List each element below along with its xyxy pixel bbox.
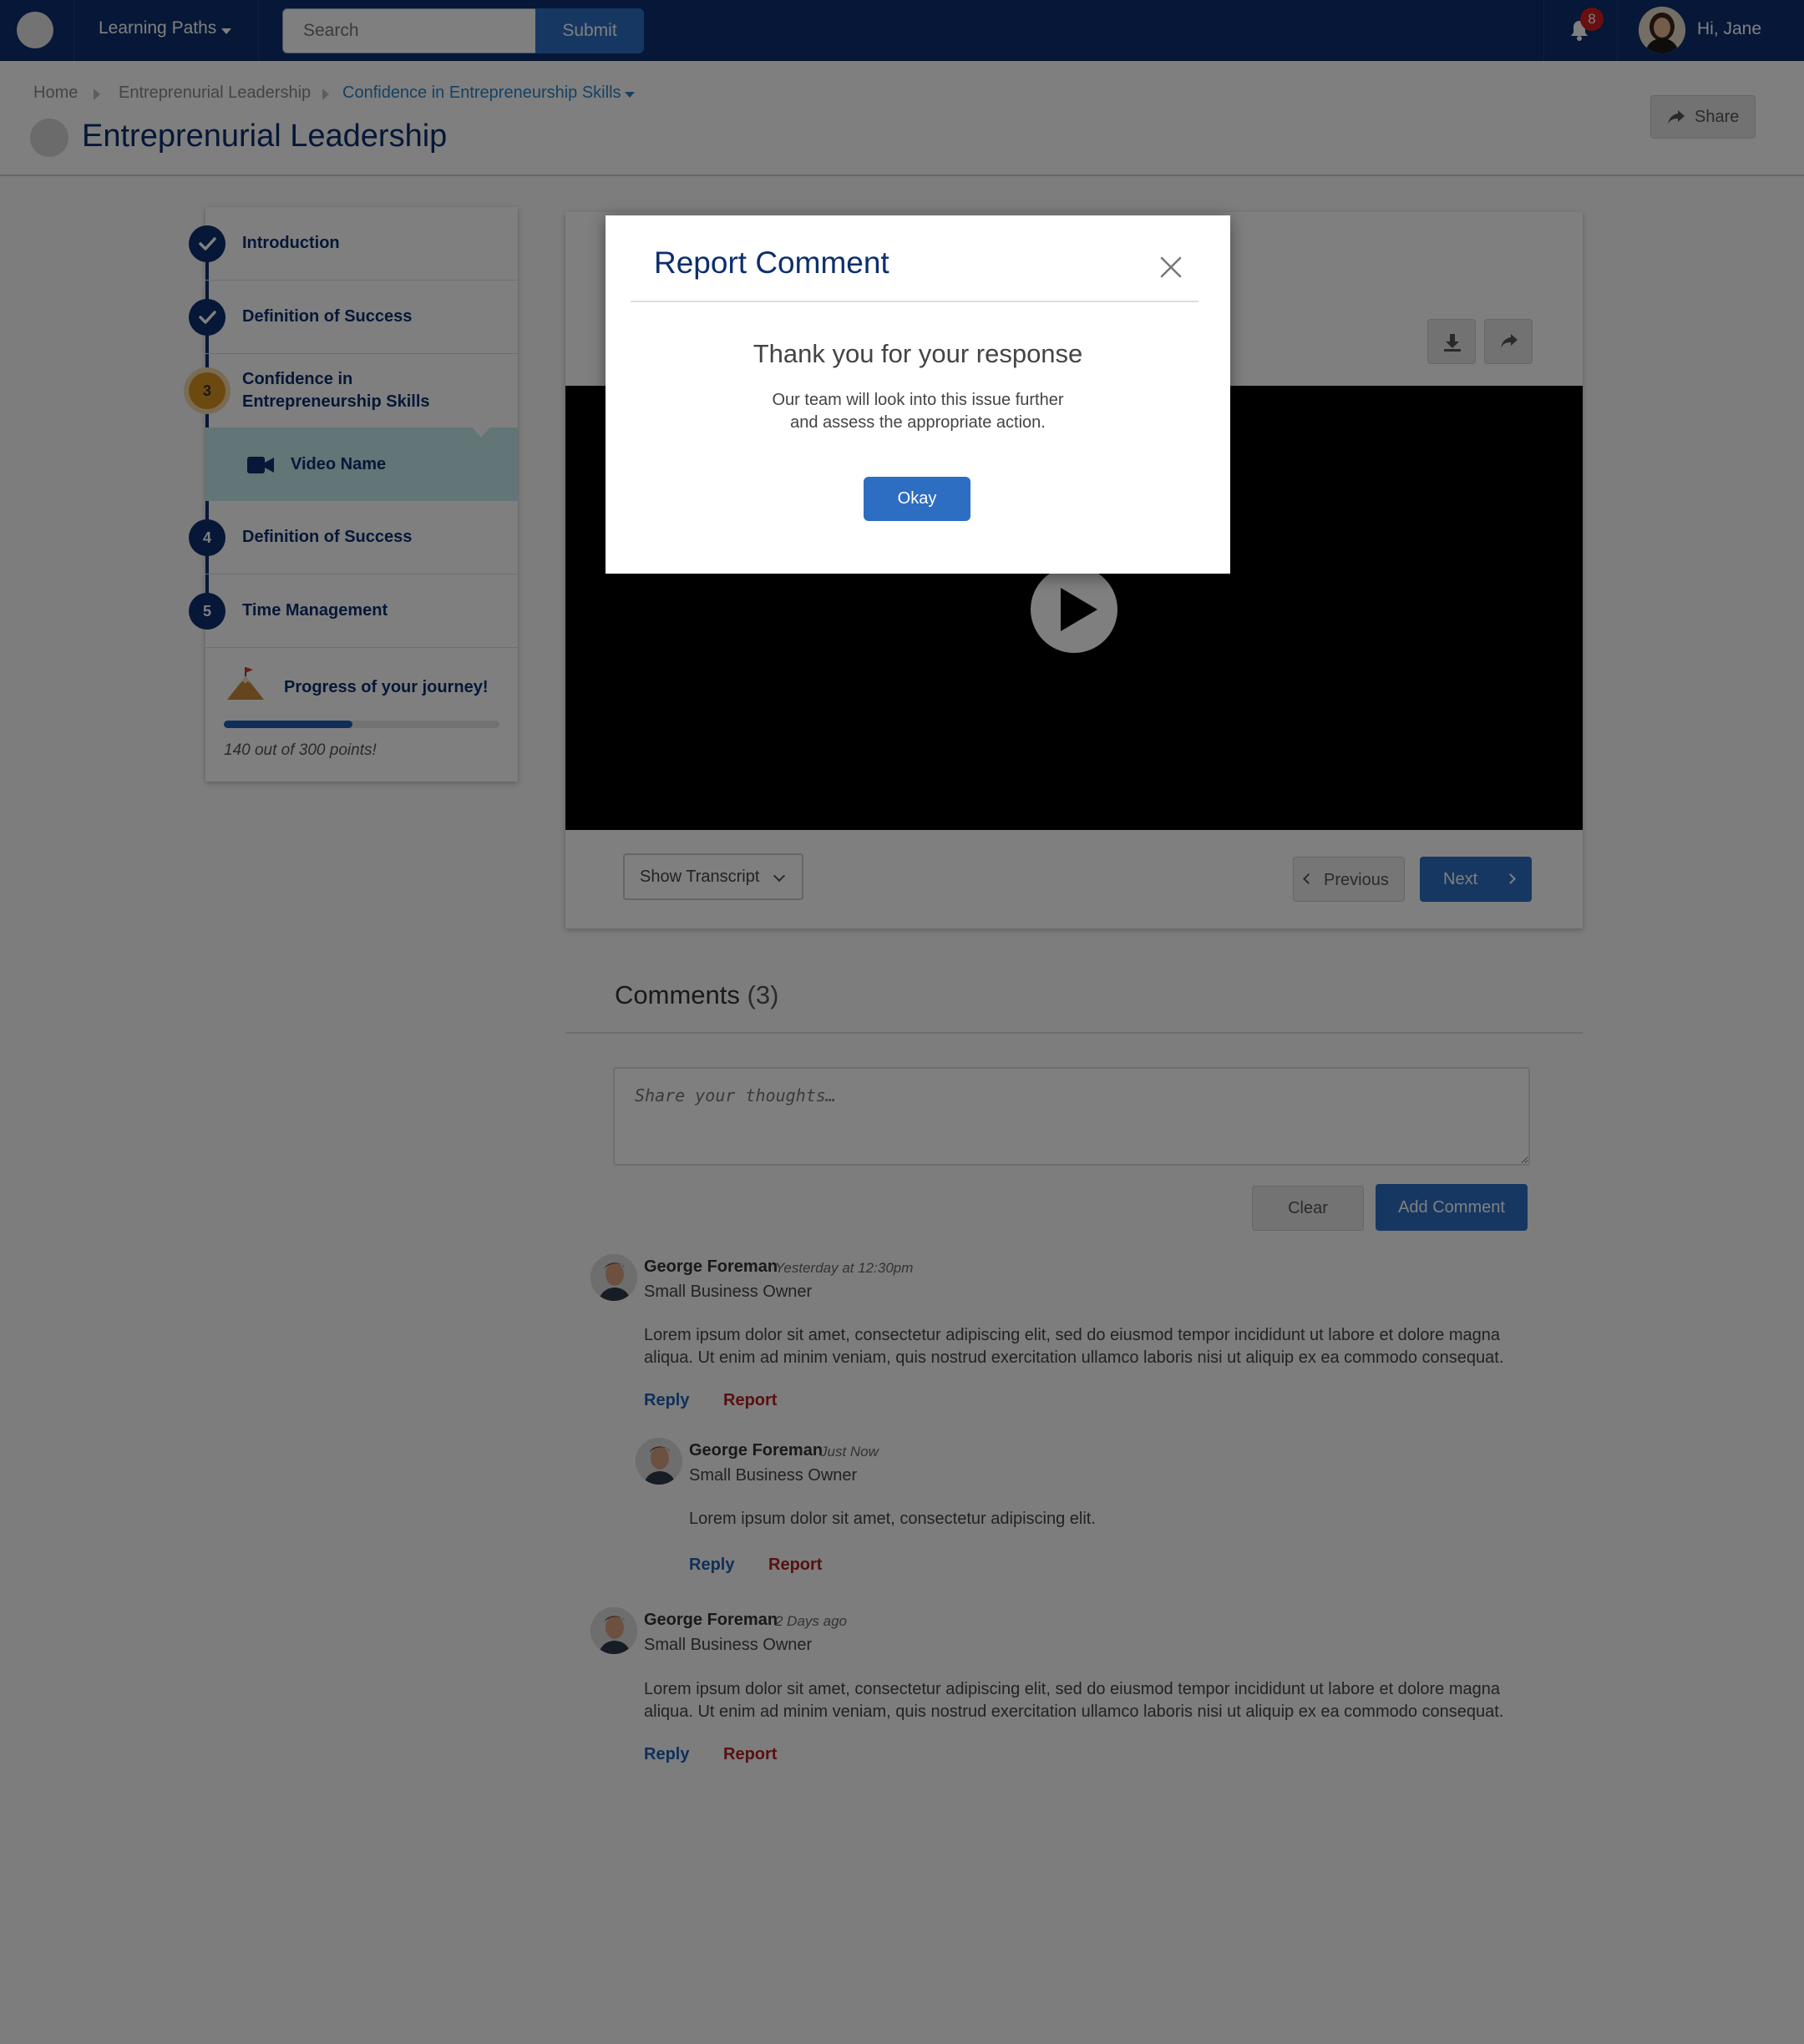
dialog-message-line: and assess the appropriate action. [790, 413, 1046, 432]
dialog-heading: Thank you for your response [753, 339, 1083, 368]
dialog-message: Our team will look into this issue furth… [606, 389, 1230, 434]
dialog-message-line: Our team will look into this issue furth… [772, 391, 1064, 409]
dialog-title: Report Comment [654, 245, 889, 280]
divider [631, 301, 1198, 302]
okay-button[interactable]: Okay [864, 477, 970, 521]
close-icon[interactable] [1158, 254, 1184, 281]
